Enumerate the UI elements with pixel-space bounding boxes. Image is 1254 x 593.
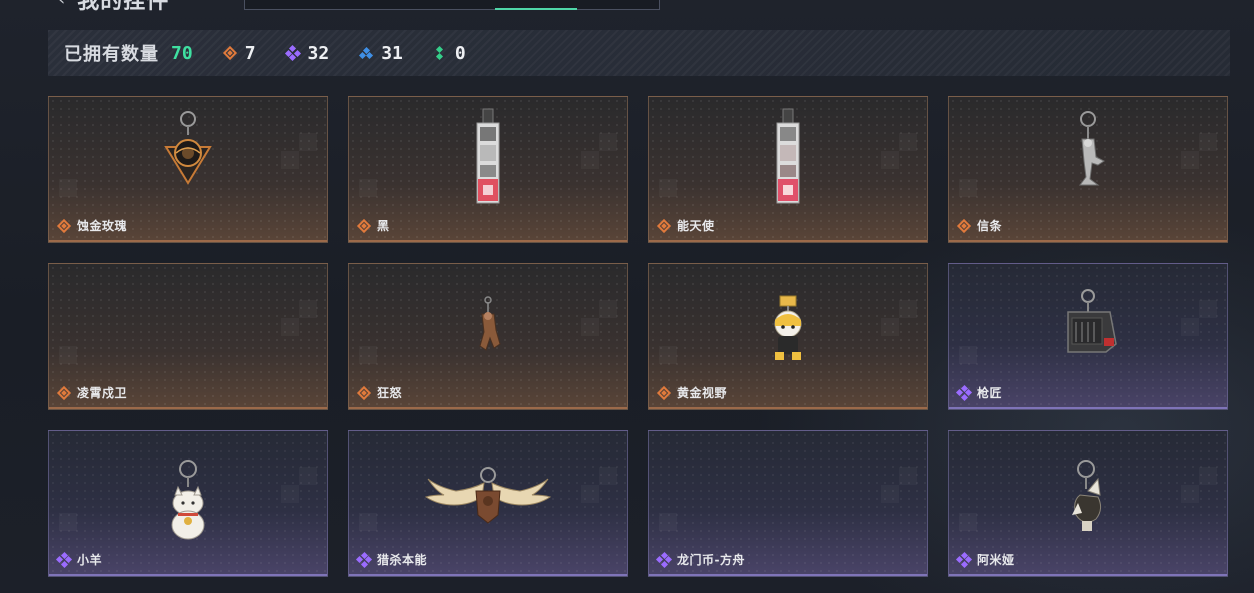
pendant-card[interactable]: 黑 bbox=[348, 96, 628, 243]
blue-count: 31 bbox=[381, 42, 403, 64]
pendant-label: 小羊 bbox=[55, 551, 103, 568]
pendant-label: 信条 bbox=[957, 217, 1002, 234]
pendant-label: 黑 bbox=[357, 217, 390, 234]
pendant-label: 黄金视野 bbox=[657, 384, 727, 401]
pendant-label: 凌霄戍卫 bbox=[57, 384, 127, 401]
pendant-name: 狂怒 bbox=[377, 386, 403, 400]
pendant-name: 小羊 bbox=[77, 553, 103, 567]
blue-rarity-icon bbox=[359, 46, 374, 60]
page-header: ‹ 我的挂件 bbox=[58, 0, 170, 14]
pendant-card[interactable]: 狂怒 bbox=[348, 263, 628, 410]
pendant-name: 猎杀本能 bbox=[377, 553, 428, 567]
chibi-figure-icon bbox=[728, 272, 848, 372]
pendant-card[interactable]: 能天使 bbox=[648, 96, 928, 243]
green-count: 0 bbox=[454, 42, 466, 64]
rose-pendant-icon bbox=[128, 105, 248, 205]
pendant-name: 黄金视野 bbox=[677, 386, 728, 400]
pendant-card[interactable]: 龙门币-方舟 bbox=[648, 430, 928, 577]
pendant-name: 黑 bbox=[377, 219, 390, 233]
purple-rarity-icon bbox=[55, 551, 73, 568]
photo-strip-icon bbox=[428, 105, 548, 205]
pendant-label: 龙门币-方舟 bbox=[655, 551, 745, 568]
stat-green: 0 bbox=[433, 43, 466, 64]
orange-rarity-icon bbox=[357, 386, 371, 400]
orange-count: 7 bbox=[244, 42, 256, 64]
pendant-name: 阿米娅 bbox=[977, 553, 1015, 567]
purple-rarity-icon bbox=[284, 44, 301, 62]
pendant-name: 枪匠 bbox=[977, 386, 1003, 400]
owned-count: 70 bbox=[171, 42, 193, 64]
pendant-card[interactable]: 小羊 bbox=[48, 430, 328, 577]
pendant-card[interactable]: 黄金视野 bbox=[648, 263, 928, 410]
orange-rarity-icon bbox=[223, 46, 237, 60]
purple-rarity-icon bbox=[955, 551, 973, 568]
orange-rarity-icon bbox=[57, 219, 71, 233]
photo-strip-icon bbox=[728, 105, 848, 205]
stat-purple: 32 bbox=[284, 42, 330, 64]
pendant-card[interactable]: 猎杀本能 bbox=[348, 430, 628, 577]
pendant-name: 能天使 bbox=[677, 219, 715, 233]
orange-rarity-icon bbox=[657, 219, 671, 233]
purple-rarity-icon bbox=[355, 551, 373, 568]
pendant-name: 龙门币-方舟 bbox=[677, 553, 745, 567]
pendant-card[interactable]: 枪匠 bbox=[948, 263, 1228, 410]
pendant-label: 阿米娅 bbox=[955, 551, 1015, 568]
pendant-collection-page: ‹ 我的挂件 已拥有数量 70 7 32 31 0 bbox=[0, 0, 1254, 593]
pendant-name: 蚀金玫瑰 bbox=[77, 219, 128, 233]
figure-pendant-icon bbox=[1028, 105, 1148, 205]
owned-stats-bar: 已拥有数量 70 7 32 31 0 bbox=[48, 30, 1230, 76]
pendant-name: 凌霄戍卫 bbox=[77, 386, 128, 400]
pendant-label: 狂怒 bbox=[357, 384, 402, 401]
orange-rarity-icon bbox=[657, 386, 671, 400]
pendant-card[interactable]: 信条 bbox=[948, 96, 1228, 243]
chevron-left-icon[interactable]: ‹ bbox=[58, 0, 65, 10]
moose-antler-icon bbox=[424, 439, 552, 539]
orange-rarity-icon bbox=[57, 386, 71, 400]
stat-blue: 31 bbox=[359, 43, 403, 64]
page-title: 我的挂件 bbox=[77, 0, 170, 14]
pendant-label: 枪匠 bbox=[955, 384, 1003, 401]
pendant-card[interactable]: 凌霄戍卫 bbox=[48, 263, 328, 410]
figure-pendant-icon bbox=[428, 272, 548, 372]
pendant-grid: 蚀金玫瑰 黑 能天使 信条 凌霄戍卫 狂怒 黄金视野 枪匠 小羊 猎杀本能 龙门… bbox=[48, 96, 1228, 577]
purple-rarity-icon bbox=[655, 551, 673, 568]
purple-rarity-icon bbox=[955, 384, 973, 401]
pendant-label: 能天使 bbox=[657, 217, 715, 234]
top-tab-strip[interactable] bbox=[244, 0, 660, 10]
green-rarity-icon bbox=[433, 45, 447, 61]
pendant-card[interactable]: 蚀金玫瑰 bbox=[48, 96, 328, 243]
gun-case-icon bbox=[1028, 272, 1148, 372]
owned-label: 已拥有数量 bbox=[64, 44, 159, 65]
purple-count: 32 bbox=[307, 42, 330, 64]
pendant-name: 信条 bbox=[977, 219, 1003, 233]
lucky-cat-icon bbox=[128, 439, 248, 540]
pendant-label: 蚀金玫瑰 bbox=[57, 217, 127, 234]
orange-rarity-icon bbox=[957, 219, 971, 233]
active-tab-indicator bbox=[495, 8, 577, 10]
pendant-card[interactable]: 阿米娅 bbox=[948, 430, 1228, 577]
bunny-ears-icon bbox=[1028, 439, 1148, 539]
pendant-label: 猎杀本能 bbox=[355, 551, 428, 568]
stat-orange: 7 bbox=[223, 43, 256, 64]
orange-rarity-icon bbox=[357, 219, 371, 233]
